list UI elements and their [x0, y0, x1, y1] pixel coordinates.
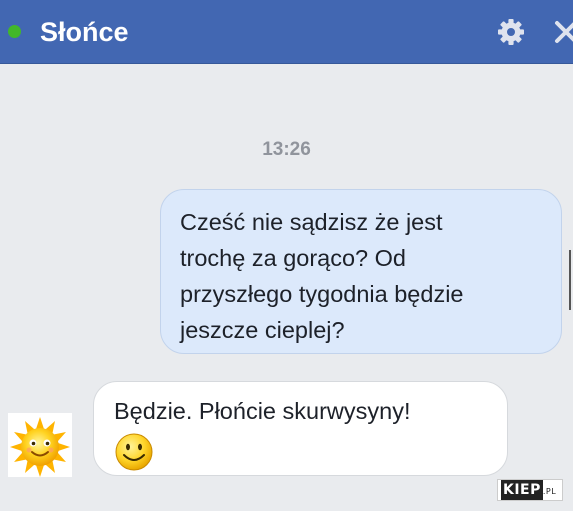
watermark-logo: KIEP .PL	[497, 479, 563, 501]
chat-header: Słońce	[0, 0, 573, 64]
message-timestamp: 13:26	[262, 139, 311, 160]
incoming-message-bubble[interactable]: Będzie. Płońcie skurwysyny!	[93, 381, 508, 476]
message-line: przyszłego tygodnia będzie	[180, 281, 464, 307]
scrollbar-edge[interactable]	[569, 250, 571, 310]
watermark-brand: KIEP	[501, 480, 543, 500]
chat-title[interactable]: Słońce	[40, 16, 129, 48]
online-status-dot	[8, 25, 21, 38]
message-line: trochę za gorąco? Od	[180, 245, 406, 271]
gear-icon[interactable]	[496, 17, 526, 47]
message-line: Cześć nie sądzisz że jest	[180, 209, 443, 235]
watermark-suffix: .PL	[542, 487, 557, 496]
smiley-emoji-icon	[115, 433, 153, 471]
message-line: jeszcze cieplej?	[180, 317, 345, 343]
outgoing-message-bubble[interactable]: Cześć nie sądzisz że jest trochę za gorą…	[160, 189, 562, 354]
close-icon[interactable]	[552, 17, 573, 47]
sun-avatar-icon[interactable]	[8, 413, 72, 477]
message-line: Będzie. Płońcie skurwysyny!	[114, 398, 411, 424]
